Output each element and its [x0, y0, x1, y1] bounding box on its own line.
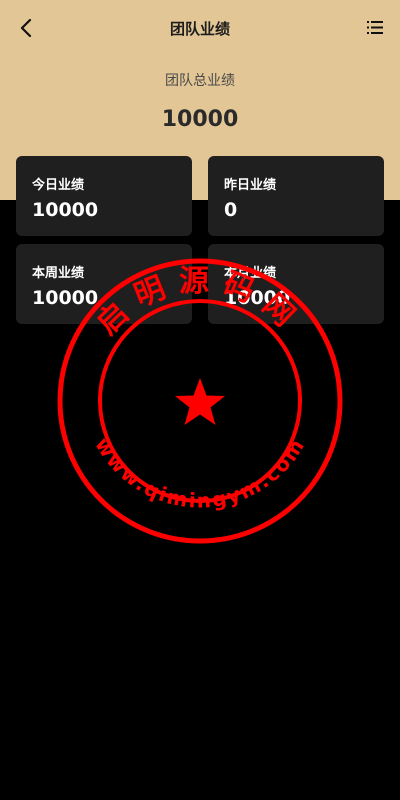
page-title: 团队业绩: [169, 19, 230, 38]
yesterday-performance-card: 昨日业绩 0: [208, 156, 384, 236]
today-performance-card: 今日业绩 10000: [16, 156, 192, 236]
menu-button[interactable]: [364, 16, 386, 38]
card-label: 昨日业绩: [224, 178, 277, 193]
nav-bar: 团队业绩: [0, 0, 400, 56]
week-performance-card: 本周业绩 10000: [16, 244, 192, 324]
back-button[interactable]: [14, 14, 38, 42]
team-performance-page: 团队业绩 团队总业绩 10000 今日业绩 10000 昨日业绩 0 本周业绩 …: [0, 0, 400, 800]
star-icon: [175, 378, 225, 425]
list-menu-icon: [367, 20, 383, 34]
total-performance-value: 10000: [161, 107, 239, 132]
card-value: 10000: [32, 199, 99, 221]
watermark-bottom-text: www.qimingym.com: [90, 433, 310, 513]
month-performance-card: 本月业绩 10000: [208, 244, 384, 324]
card-value: 0: [224, 199, 238, 221]
watermark-inner-ring: [98, 299, 302, 503]
card-value: 10000: [32, 287, 99, 309]
card-label: 本月业绩: [224, 266, 277, 281]
chevron-left-icon: [20, 19, 32, 37]
card-label: 今日业绩: [32, 178, 85, 193]
card-value: 10000: [224, 287, 291, 309]
card-label: 本周业绩: [32, 266, 85, 281]
total-performance-label: 团队总业绩: [165, 73, 235, 89]
